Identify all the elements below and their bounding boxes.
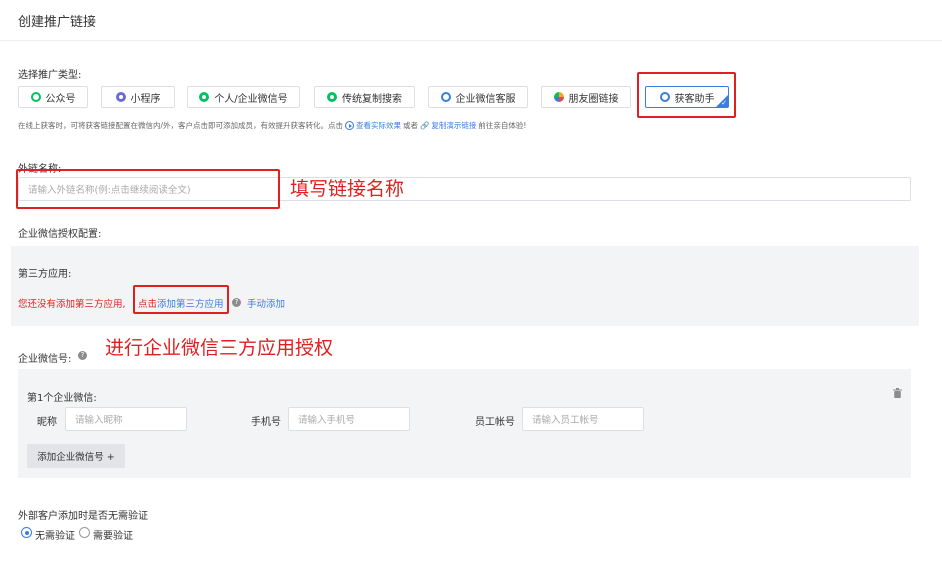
type-option-label: 传统复制搜索 — [342, 93, 402, 105]
type-option-wecom-service[interactable]: 企业微信客服 — [428, 86, 528, 108]
radio-no-verification[interactable] — [21, 527, 32, 538]
wecom-account-item-title: 第1个企业微信: — [27, 393, 97, 404]
moments-icon — [553, 92, 564, 102]
employee-account-label: 员工帐号 — [475, 417, 515, 428]
annotation-highlight-box — [637, 72, 736, 118]
type-option-label: 小程序 — [130, 93, 161, 105]
link-icon: 🔗 — [420, 121, 430, 130]
page-title: 创建推广链接 — [18, 15, 97, 30]
type-option-label: 朋友圈链接 — [568, 93, 619, 105]
wechat-personal-icon — [199, 92, 210, 102]
help-icon[interactable]: ? — [78, 351, 87, 360]
promo-type-description: 在线上获客时，可将获客链接配置在微信内/外，客户点击即可添加成员，有效提升获客转… — [18, 120, 526, 131]
add-wecom-account-button[interactable]: 添加企业微信号 + — [27, 444, 125, 468]
annotation-highlight-box — [16, 169, 280, 209]
no-third-party-text: 您还没有添加第三方应用, — [18, 299, 126, 310]
verification-label: 外部客户添加时是否无需验证 — [18, 511, 148, 522]
phone-input[interactable]: 请输入手机号 — [288, 407, 410, 431]
radio-label-require-verification: 需要验证 — [93, 531, 133, 542]
third-party-label: 第三方应用: — [18, 269, 72, 280]
type-option-label: 企业微信客服 — [455, 93, 516, 105]
page-header: 创建推广链接 — [0, 0, 942, 41]
description-text: 在线上获客时，可将获客链接配置在微信内/外，客户点击即可添加成员，有效提升获客转… — [18, 121, 344, 130]
type-option-wechat-search[interactable]: 传统复制搜索 — [314, 86, 415, 108]
wechat-search-icon — [327, 92, 337, 102]
play-icon — [345, 121, 355, 130]
radio-label-no-verification: 无需验证 — [35, 531, 75, 542]
wecom-auth-label: 企业微信授权配置: — [18, 229, 102, 240]
nickname-label: 昵称 — [37, 417, 57, 428]
nickname-input[interactable]: 请输入昵称 — [65, 407, 187, 431]
help-icon[interactable]: ? — [232, 298, 241, 307]
type-option-wechat-personal[interactable]: 个人/企业微信号 — [187, 86, 300, 108]
or-text: 或者 — [403, 121, 419, 130]
annotation-highlight-box — [133, 285, 229, 314]
annotation-wecom-auth: 进行企业微信三方应用授权 — [105, 337, 334, 359]
type-option-label: 公众号 — [45, 93, 76, 105]
annotation-fill-link-name: 填写链接名称 — [290, 178, 405, 200]
promo-type-label: 选择推广类型: — [18, 70, 82, 81]
radio-require-verification[interactable] — [79, 527, 90, 538]
type-option-mini-program[interactable]: 小程序 — [101, 86, 175, 108]
official-account-icon — [30, 92, 41, 102]
view-effect-link[interactable]: 查看实际效果 — [356, 120, 401, 131]
phone-label: 手机号 — [251, 417, 281, 428]
employee-account-input[interactable]: 请输入员工帐号 — [522, 407, 644, 431]
trash-icon[interactable] — [893, 388, 902, 398]
tail-text: 前往亲自体验! — [478, 121, 527, 130]
wecom-accounts-label: 企业微信号: — [18, 354, 72, 365]
mini-program-icon — [115, 92, 126, 102]
type-option-label: 个人/企业微信号 — [214, 93, 288, 105]
type-option-moments[interactable]: 朋友圈链接 — [541, 86, 631, 108]
type-option-official-account[interactable]: 公众号 — [18, 86, 88, 108]
wecom-service-icon — [440, 92, 451, 102]
manual-add-link[interactable]: 手动添加 — [247, 296, 285, 310]
copy-demo-link[interactable]: 复制演示链接 — [431, 120, 476, 131]
